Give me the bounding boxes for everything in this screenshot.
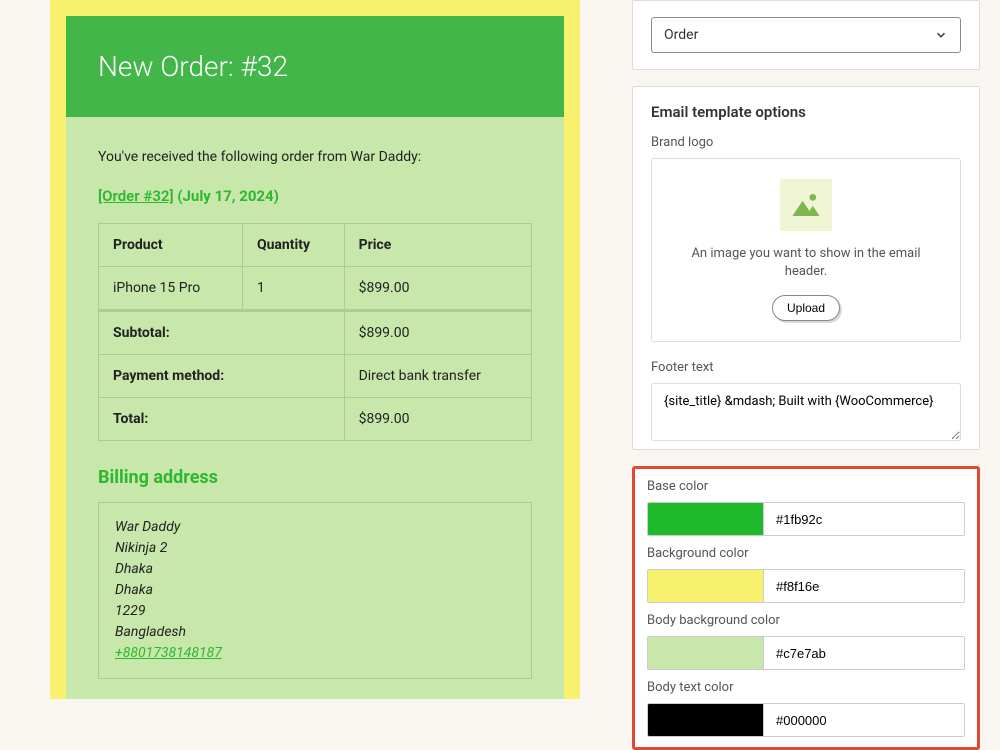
image-placeholder-icon	[780, 179, 832, 231]
email-type-dropdown[interactable]: Order	[651, 17, 961, 53]
billing-country: Bangladesh	[115, 622, 515, 643]
footer-text-label: Footer text	[651, 360, 961, 375]
subtotal-label: Subtotal:	[99, 311, 345, 355]
color-settings-section: Base color Background color Body backgro…	[632, 466, 980, 750]
billing-address-box: War Daddy Nikinja 2 Dhaka Dhaka 1229 Ban…	[98, 502, 532, 679]
table-row: iPhone 15 Pro 1 $899.00	[99, 267, 532, 311]
base-color-input	[647, 502, 965, 536]
bg-color-label: Background color	[647, 546, 965, 561]
col-quantity: Quantity	[242, 224, 344, 267]
brand-logo-label: Brand logo	[651, 135, 961, 150]
settings-sidebar: Order Email template options Brand logo …	[620, 0, 1000, 655]
order-number-line: [Order #32] (July 17, 2024)	[98, 187, 532, 205]
email-header: New Order: #32	[66, 16, 564, 117]
order-table: Product Quantity Price iPhone 15 Pro 1 $…	[98, 223, 532, 441]
email-body: You've received the following order from…	[66, 117, 564, 699]
bg-color-hex[interactable]	[763, 570, 964, 602]
section-heading: Email template options	[651, 103, 961, 121]
total-value: $899.00	[344, 398, 531, 441]
bg-color-input	[647, 569, 965, 603]
subtotal-value: $899.00	[344, 311, 531, 355]
bodybg-color-input	[647, 636, 965, 670]
panel-template-options: Email template options Brand logo An ima…	[632, 86, 980, 450]
order-date: (July 17, 2024)	[177, 187, 279, 205]
dropdown-value: Order	[664, 27, 698, 43]
billing-heading: Billing address	[98, 467, 532, 488]
email-intro: You've received the following order from…	[98, 149, 532, 165]
col-product: Product	[99, 224, 243, 267]
brand-logo-box: An image you want to show in the email h…	[651, 158, 961, 342]
billing-zip: 1229	[115, 601, 515, 622]
bodybg-color-hex[interactable]	[763, 637, 964, 669]
panel-email-type: Order	[632, 0, 980, 70]
billing-addr2: Dhaka	[115, 559, 515, 580]
bg-color-swatch[interactable]	[648, 570, 763, 602]
upload-button[interactable]: Upload	[772, 295, 840, 321]
email-preview-column: New Order: #32 You've received the follo…	[0, 0, 620, 655]
cell-quantity: 1	[242, 267, 344, 311]
bodybg-color-swatch[interactable]	[648, 637, 763, 669]
base-color-label: Base color	[647, 479, 965, 494]
total-label: Total:	[99, 398, 345, 441]
row-total: Total: $899.00	[99, 398, 532, 441]
row-payment: Payment method: Direct bank transfer	[99, 355, 532, 398]
table-header-row: Product Quantity Price	[99, 224, 532, 267]
text-color-hex[interactable]	[763, 704, 964, 736]
base-color-hex[interactable]	[763, 503, 964, 535]
chevron-down-icon	[934, 28, 948, 42]
billing-name: War Daddy	[115, 517, 515, 538]
billing-addr1: Nikinja 2	[115, 538, 515, 559]
col-price: Price	[344, 224, 531, 267]
payment-label: Payment method:	[99, 355, 345, 398]
text-color-input	[647, 703, 965, 737]
base-color-swatch[interactable]	[648, 503, 763, 535]
text-color-swatch[interactable]	[648, 704, 763, 736]
payment-value: Direct bank transfer	[344, 355, 531, 398]
cell-product: iPhone 15 Pro	[99, 267, 243, 311]
order-link[interactable]: [Order #32]	[98, 187, 174, 205]
text-color-label: Body text color	[647, 680, 965, 695]
bodybg-color-label: Body background color	[647, 613, 965, 628]
footer-text-input[interactable]	[651, 383, 961, 441]
email-preview-container: New Order: #32 You've received the follo…	[50, 0, 580, 699]
logo-caption: An image you want to show in the email h…	[670, 245, 942, 281]
billing-city: Dhaka	[115, 580, 515, 601]
row-subtotal: Subtotal: $899.00	[99, 311, 532, 355]
billing-phone-link[interactable]: +8801738148187	[115, 645, 222, 661]
email-title: New Order: #32	[98, 50, 532, 83]
cell-price: $899.00	[344, 267, 531, 311]
